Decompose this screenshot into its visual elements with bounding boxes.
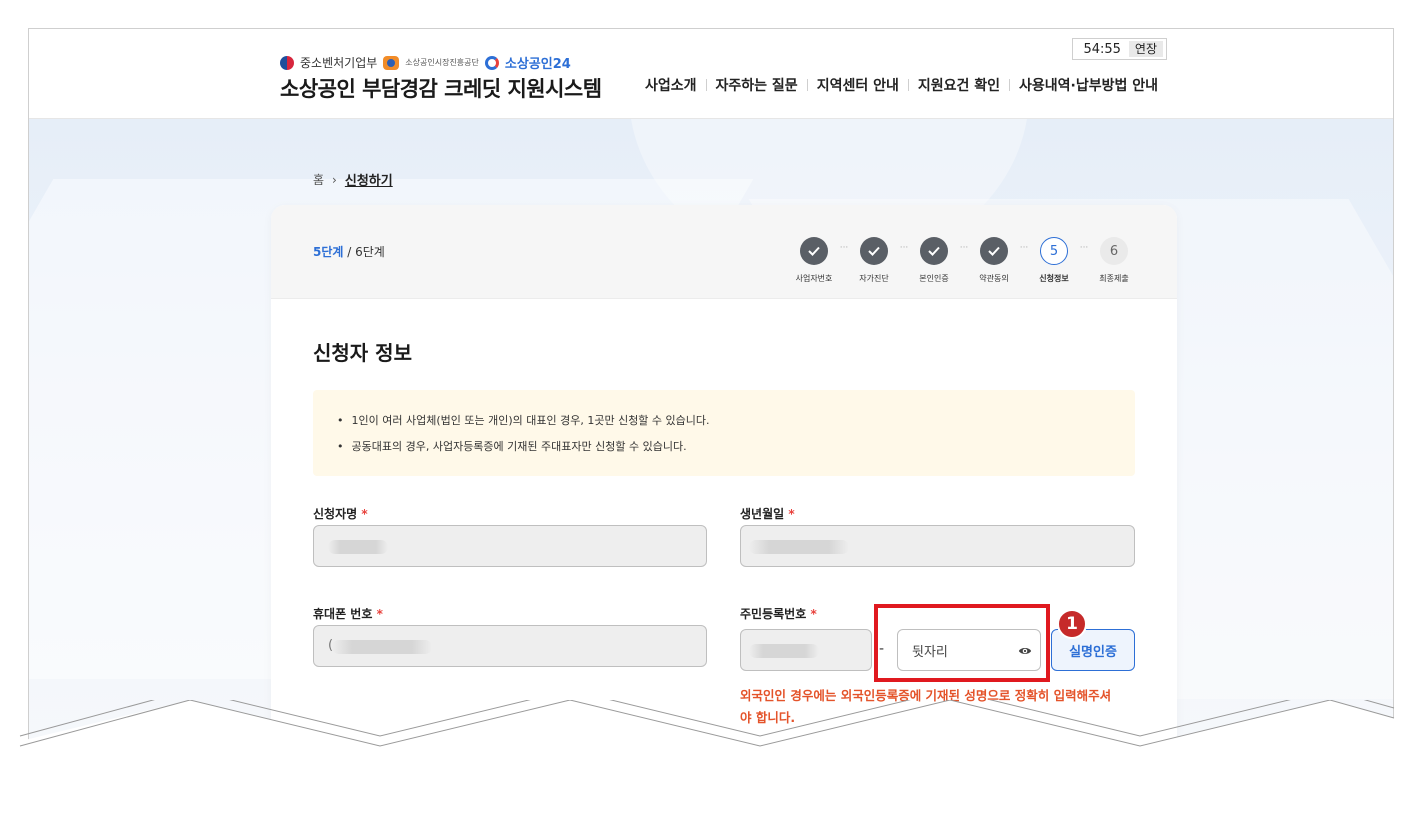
annotation-highlight-box [874,604,1050,682]
step-application-info: 5 신청정보 [1031,237,1077,284]
main-nav: 사업소개 자주하는 질문 지역센터 안내 지원요건 확인 사용내역·납부방법 안… [636,75,1167,95]
masked-value [328,540,388,554]
step-business-number: 사업자번호 [791,237,837,284]
step-indicator: 사업자번호 ··· 자가진단 ··· 본인인증 ··· 약관동의 ··· 5 신… [791,237,1137,284]
step-counter: 5단계 / 6단계 [313,243,385,260]
step-label: 약관동의 [979,274,1009,283]
step-terms-agreement: 약관동의 [971,237,1017,284]
masked-value [332,640,432,654]
check-icon [800,237,828,265]
breadcrumb: 홈 › 신청하기 [313,170,393,190]
torn-edge-decoration [0,700,1424,836]
nav-item-regional-center[interactable]: 지역센터 안내 [808,75,908,95]
breadcrumb-home[interactable]: 홈 [313,171,324,188]
check-icon [980,237,1008,265]
ministry-logo-text: 중소벤처기업부 [300,56,378,70]
rrn-front-field[interactable] [740,629,872,671]
session-timer: 54:55 연장 [1072,38,1167,60]
government-emblem-icon [280,55,294,70]
masked-value [749,540,849,554]
phone-number-label: 휴대폰 번호 * [313,607,383,621]
section-title: 신청자 정보 [313,341,412,365]
notice-item: 1인이 여러 사업체(법인 또는 개인)의 대표인 경우, 1곳만 신청할 수 … [337,408,1135,434]
step-label: 사업자번호 [795,274,833,283]
agency-logo-icon [383,55,400,70]
birth-date-label: 생년월일 * [740,507,795,521]
notice-box: 1인이 여러 사업체(법인 또는 개인)의 대표인 경우, 1곳만 신청할 수 … [313,390,1135,476]
chevron-right-icon: › [332,172,337,187]
step-label: 최종제출 [1099,274,1129,283]
step-label: 자가진단 [859,274,889,283]
portal-logo-text: 소상공인24 [504,57,571,72]
nav-item-faq[interactable]: 자주하는 질문 [707,75,807,95]
birth-date-field[interactable] [740,525,1135,567]
logo-bar[interactable]: 중소벤처기업부 소상공인시장진흥공단 소상공인24 [280,53,571,72]
step-connector: ··· [1019,243,1029,253]
application-card: 5단계 / 6단계 사업자번호 ··· 자가진단 ··· 본인인증 ··· 약관… [271,205,1177,768]
step-connector: ··· [839,243,849,253]
notice-item: 공동대표의 경우, 사업자등록증에 기재된 주대표자만 신청할 수 있습니다. [337,434,1135,460]
step-connector: ··· [899,243,909,253]
step-number: 5 [1040,237,1068,265]
applicant-name-label: 신청자명 * [313,507,368,521]
rrn-label: 주민등록번호 * [740,607,817,621]
check-icon [860,237,888,265]
nav-item-eligibility[interactable]: 지원요건 확인 [909,75,1009,95]
nav-item-usage-payment[interactable]: 사용내역·납부방법 안내 [1010,75,1167,95]
current-step-label: 5단계 [313,245,344,259]
step-self-diagnosis: 자가진단 [851,237,897,284]
masked-value [749,644,819,658]
agency-logo-text: 소상공인시장진흥공단 [405,58,479,67]
step-final-submit: 6 최종제출 [1091,237,1137,284]
total-step-label: / 6단계 [343,245,385,259]
extend-session-button[interactable]: 연장 [1128,41,1163,57]
site-title[interactable]: 소상공인 부담경감 크레딧 지원시스템 [280,73,602,103]
nav-item-about[interactable]: 사업소개 [636,75,706,95]
timer-value: 54:55 [1083,41,1121,57]
portal-logo-icon [484,55,499,70]
progress-header: 5단계 / 6단계 사업자번호 ··· 자가진단 ··· 본인인증 ··· 약관… [271,205,1177,299]
site-header: 중소벤처기업부 소상공인시장진흥공단 소상공인24 소상공인 부담경감 크레딧 … [29,29,1393,119]
step-label: 본인인증 [919,274,949,283]
step-label: 신청정보 [1039,274,1069,283]
page-frame: 중소벤처기업부 소상공인시장진흥공단 소상공인24 소상공인 부담경감 크레딧 … [28,28,1394,768]
step-connector: ··· [1079,243,1089,253]
breadcrumb-current[interactable]: 신청하기 [345,170,393,189]
annotation-step-badge: 1 [1057,609,1087,639]
applicant-name-field[interactable] [313,525,707,567]
phone-number-field[interactable]: ( [313,625,707,667]
step-identity-verification: 본인인증 [911,237,957,284]
step-number: 6 [1100,237,1128,265]
step-connector: ··· [959,243,969,253]
check-icon [920,237,948,265]
